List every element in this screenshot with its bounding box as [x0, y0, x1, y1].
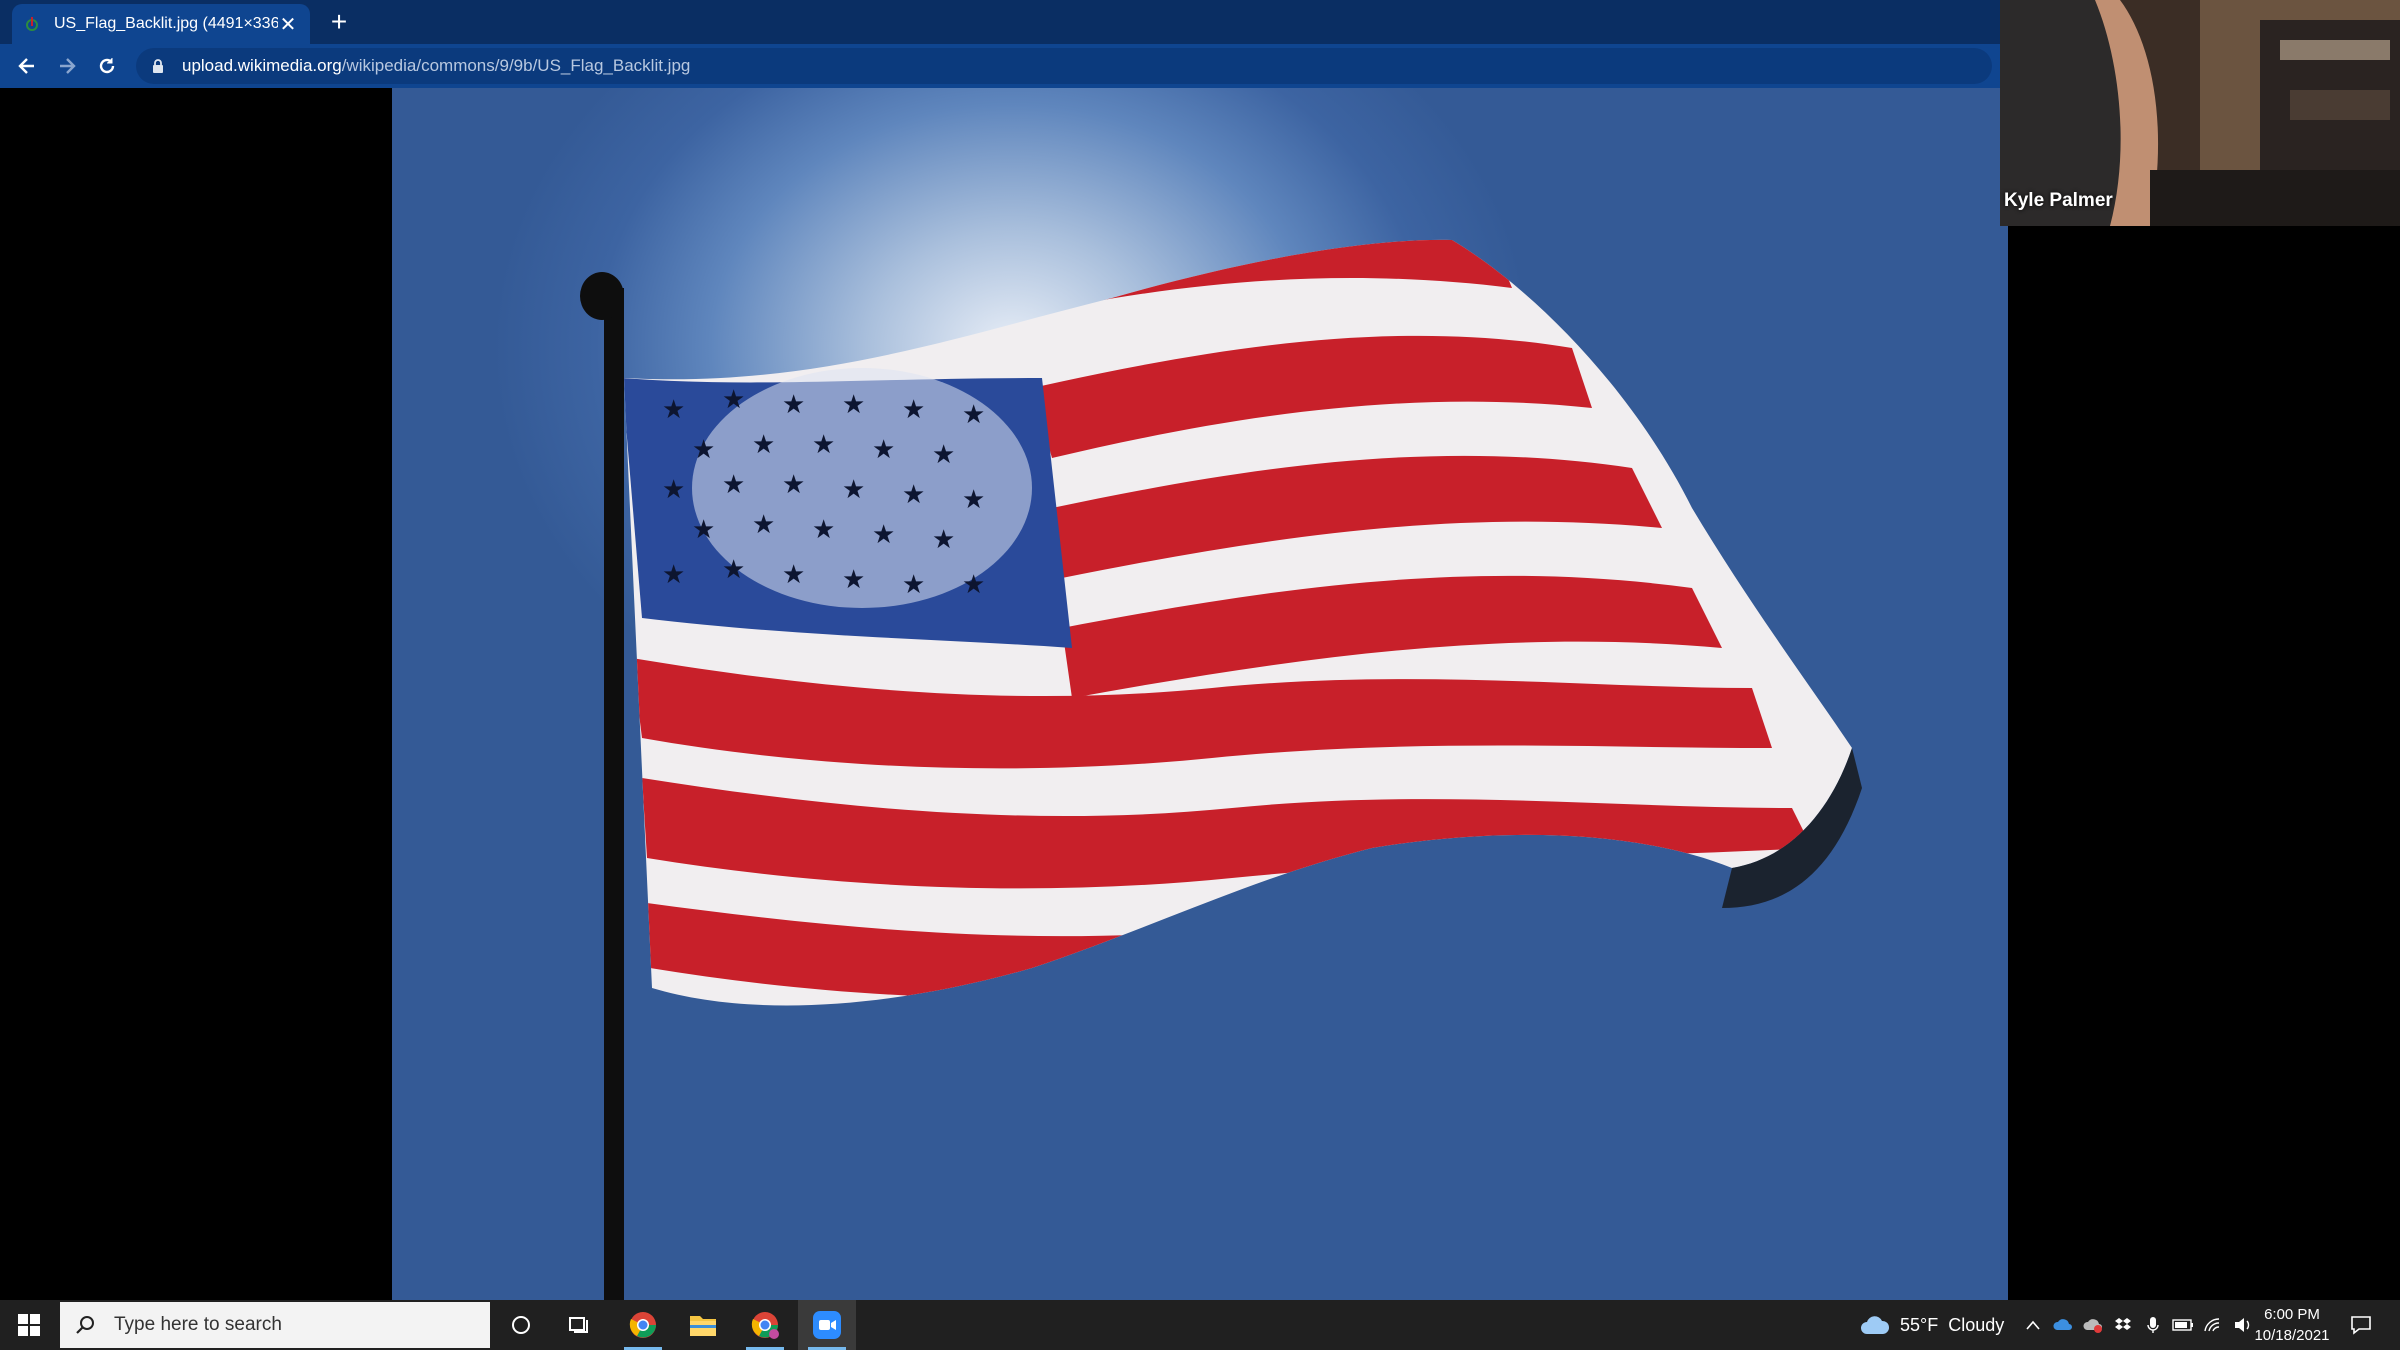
zoom-icon: [813, 1311, 841, 1339]
wikimedia-favicon-icon: [26, 17, 38, 31]
svg-text:★: ★: [752, 430, 775, 460]
svg-text:★: ★: [662, 395, 685, 425]
svg-text:★: ★: [872, 520, 895, 550]
svg-text:★: ★: [962, 485, 985, 515]
notification-icon: [2351, 1316, 2371, 1335]
svg-text:★: ★: [962, 570, 985, 600]
microphone-icon: [2147, 1317, 2159, 1333]
system-clock[interactable]: 6:00 PM 10/18/2021: [2250, 1304, 2334, 1346]
svg-text:★: ★: [812, 430, 835, 460]
image-viewer: ★ ★ ★ ★ ★ ★ ★ ★ ★ ★ ★ ★ ★ ★ ★ ★ ★ ★ ★ ★ ★ ★ ★ ★ ★ ★ ★ ★: [0, 88, 2400, 1300]
svg-text:★: ★: [692, 515, 715, 545]
wifi-tray[interactable]: [2198, 1300, 2228, 1350]
browser-tab[interactable]: US_Flag_Backlit.jpg (4491×3361) ✕: [12, 4, 310, 44]
cloud-icon: [1861, 1316, 1890, 1334]
svg-text:★: ★: [782, 390, 805, 420]
back-arrow-icon: [18, 58, 34, 74]
action-center-button[interactable]: [2336, 1300, 2386, 1350]
file-explorer-taskbar-button[interactable]: [674, 1300, 732, 1350]
file-explorer-icon: [690, 1316, 716, 1336]
reload-button[interactable]: [90, 49, 124, 83]
svg-text:★: ★: [902, 395, 925, 425]
dropbox-tray[interactable]: [2108, 1300, 2138, 1350]
svg-text:★: ★: [902, 480, 925, 510]
show-hidden-icons-button[interactable]: [2018, 1300, 2048, 1350]
svg-text:★: ★: [902, 570, 925, 600]
address-bar[interactable]: upload.wikimedia.org/wikipedia/commons/9…: [136, 48, 1992, 84]
forward-arrow-icon: [60, 58, 76, 74]
dropbox-icon: [2115, 1318, 2131, 1330]
svg-text:★: ★: [872, 435, 895, 465]
svg-text:★: ★: [932, 525, 955, 555]
onedrive-icon: [2053, 1319, 2072, 1330]
chrome-profile-icon: [751, 1312, 779, 1339]
chrome-icon: [629, 1312, 656, 1338]
svg-text:★: ★: [692, 435, 715, 465]
battery-icon: [2172, 1319, 2193, 1331]
weather-widget[interactable]: 55°F Cloudy: [1860, 1300, 2004, 1350]
svg-text:★: ★: [722, 385, 745, 415]
tab-title: US_Flag_Backlit.jpg (4491×3361): [54, 15, 278, 32]
svg-text:★: ★: [722, 555, 745, 585]
svg-text:★: ★: [842, 475, 865, 505]
chrome-taskbar-button[interactable]: [614, 1300, 672, 1350]
new-tab-button[interactable]: +: [322, 6, 356, 40]
wifi-icon: [2204, 1318, 2220, 1332]
svg-text:★: ★: [752, 510, 775, 540]
start-button[interactable]: [0, 1300, 58, 1350]
flag-photo[interactable]: ★ ★ ★ ★ ★ ★ ★ ★ ★ ★ ★ ★ ★ ★ ★ ★ ★ ★ ★ ★ ★ ★ ★ ★ ★ ★ ★ ★: [392, 88, 2008, 1300]
back-button[interactable]: [10, 49, 44, 83]
clock-date: 10/18/2021: [2254, 1327, 2330, 1344]
system-tray: [2018, 1300, 2258, 1350]
backlit-us-flag-image: ★ ★ ★ ★ ★ ★ ★ ★ ★ ★ ★ ★ ★ ★ ★ ★ ★ ★ ★ ★ ★ ★ ★ ★ ★ ★ ★ ★: [580, 239, 1862, 1300]
sync-tray[interactable]: [2078, 1300, 2108, 1350]
url-path: /wikipedia/commons/9/9b/US_Flag_Backlit.…: [341, 56, 691, 75]
svg-text:★: ★: [962, 400, 985, 430]
task-view-button[interactable]: [550, 1300, 608, 1350]
svg-text:★: ★: [722, 470, 745, 500]
cortana-button[interactable]: [492, 1300, 550, 1350]
cortana-icon: [512, 1316, 530, 1334]
search-icon: [76, 1316, 94, 1334]
chrome-profile-taskbar-button[interactable]: [736, 1300, 794, 1350]
onedrive-tray[interactable]: [2048, 1300, 2078, 1350]
task-view-icon: [569, 1317, 588, 1333]
weather-condition: Cloudy: [1948, 1314, 2005, 1335]
svg-text:★: ★: [842, 390, 865, 420]
svg-text:★: ★: [932, 440, 955, 470]
url-host: upload.wikimedia.org: [182, 56, 342, 75]
taskbar: Type here to search 55°F Cloudy 6:00 PM …: [0, 1300, 2400, 1350]
search-placeholder: Type here to search: [114, 1314, 282, 1335]
cloud-error-icon: [2083, 1319, 2102, 1333]
windows-logo-icon: [18, 1314, 40, 1336]
svg-text:★: ★: [782, 470, 805, 500]
svg-text:★: ★: [662, 560, 685, 590]
forward-button[interactable]: [50, 49, 84, 83]
taskbar-search-box[interactable]: Type here to search: [60, 1302, 490, 1348]
screen: US_Flag_Backlit.jpg (4491×3361) ✕ + uplo…: [0, 0, 2400, 1350]
participant-name: Kyle Palmer: [2004, 190, 2113, 211]
svg-text:★: ★: [662, 475, 685, 505]
clock-time: 6:00 PM: [2264, 1306, 2320, 1323]
tab-close-icon[interactable]: ✕: [278, 12, 298, 37]
microphone-tray[interactable]: [2138, 1300, 2168, 1350]
lock-icon[interactable]: [150, 58, 166, 74]
svg-text:★: ★: [842, 565, 865, 595]
reload-icon: [99, 58, 115, 74]
battery-tray[interactable]: [2168, 1300, 2198, 1350]
browser-toolbar: upload.wikimedia.org/wikipedia/commons/9…: [0, 44, 2000, 88]
browser-tab-strip: US_Flag_Backlit.jpg (4491×3361) ✕ +: [0, 0, 2000, 44]
svg-text:★: ★: [782, 560, 805, 590]
chevron-up-icon: [2026, 1320, 2040, 1330]
zoom-taskbar-button[interactable]: [798, 1300, 856, 1350]
weather-temp: 55°F: [1900, 1314, 1939, 1335]
svg-text:★: ★: [812, 515, 835, 545]
